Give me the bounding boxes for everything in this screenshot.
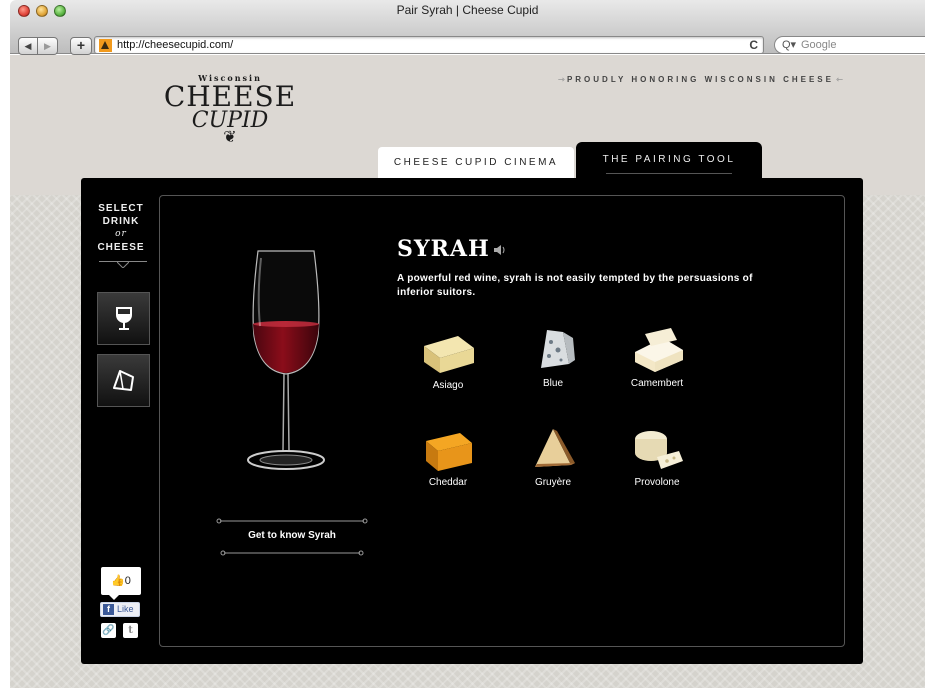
select-cheese-button[interactable] bbox=[97, 354, 150, 407]
tab-pairing-tool[interactable]: THE PAIRING TOOL bbox=[576, 142, 762, 180]
logo-main-text: CHEESE bbox=[163, 80, 297, 113]
url-text: http://cheesecupid.com/ bbox=[117, 39, 234, 51]
search-placeholder: Google bbox=[801, 39, 837, 51]
site-tagline: ⇾ PROUDLY HONORING WISCONSIN CHEESE ⇽ bbox=[558, 75, 843, 84]
like-label: Like bbox=[117, 604, 134, 614]
window-title: Pair Syrah | Cheese Cupid bbox=[396, 3, 539, 17]
select-heading-line: CHEESE bbox=[97, 242, 145, 253]
active-tab-indicator bbox=[606, 173, 732, 174]
select-heading: SELECT DRINK or CHEESE bbox=[95, 202, 147, 254]
tab-cheese-cupid-cinema[interactable]: CHEESE CUPID CINEMA bbox=[378, 147, 574, 180]
search-icon: Q▾ bbox=[782, 39, 797, 51]
select-heading-line: SELECT bbox=[98, 203, 144, 214]
browser-chrome: Pair Syrah | Cheese Cupid ◀ ▶ + http://c… bbox=[10, 0, 925, 55]
cheese-label: Blue bbox=[542, 378, 563, 389]
cheddar-icon bbox=[426, 433, 472, 471]
cheese-item-camembert[interactable]: Camembert bbox=[617, 326, 697, 389]
cheese-item-provolone[interactable]: Provolone bbox=[617, 425, 697, 488]
address-bar[interactable]: http://cheesecupid.com/ C bbox=[94, 36, 764, 54]
wine-glass-icon bbox=[115, 306, 132, 330]
asiago-icon bbox=[424, 336, 474, 373]
tagline-ornament-right-icon: ⇽ bbox=[833, 75, 843, 84]
history-nav: ◀ ▶ bbox=[18, 37, 58, 55]
like-count: 0 bbox=[124, 575, 131, 587]
cheese-label: Provolone bbox=[634, 477, 680, 488]
add-bookmark-button[interactable]: + bbox=[70, 37, 92, 55]
site-favicon-icon bbox=[99, 39, 112, 52]
twitter-icon[interactable]: t bbox=[123, 623, 138, 638]
chevron-down-icon bbox=[117, 262, 129, 268]
cheese-wedge-icon bbox=[112, 369, 134, 391]
cheese-label: Gruyère bbox=[534, 477, 572, 488]
tagline-text: PROUDLY HONORING WISCONSIN CHEESE bbox=[566, 75, 834, 84]
tagline-ornament-left-icon: ⇾ bbox=[558, 75, 567, 84]
provolone-icon bbox=[635, 431, 683, 469]
share-link-icon[interactable]: 🔗 bbox=[101, 623, 116, 638]
reload-icon[interactable]: C bbox=[749, 38, 758, 52]
cheese-item-gruyere[interactable]: Gruyère bbox=[513, 425, 593, 488]
get-to-know-label: Get to know Syrah bbox=[248, 530, 336, 541]
logo-flourish-icon: ❦ bbox=[223, 129, 237, 146]
forward-button[interactable]: ▶ bbox=[38, 37, 58, 55]
blue-cheese-icon bbox=[541, 330, 575, 368]
wine-glass-image bbox=[247, 250, 325, 470]
wine-name: SYRAH bbox=[397, 236, 490, 262]
gruyere-icon bbox=[535, 429, 575, 467]
logo-sub-text: CUPID bbox=[191, 108, 269, 133]
thumbs-up-icon: 👍 bbox=[111, 575, 125, 587]
speaker-icon[interactable] bbox=[493, 244, 507, 256]
cheese-label: Camembert bbox=[630, 378, 684, 389]
cheese-item-asiago[interactable]: Asiago bbox=[408, 328, 488, 391]
camembert-icon bbox=[635, 328, 683, 372]
facebook-like-button[interactable]: f Like bbox=[100, 602, 140, 617]
like-counter[interactable]: 👍0 bbox=[101, 567, 141, 600]
select-heading-or: or bbox=[115, 229, 127, 239]
cheese-item-cheddar[interactable]: Cheddar bbox=[408, 425, 488, 488]
facebook-icon: f bbox=[103, 604, 114, 615]
tab-label: THE PAIRING TOOL bbox=[602, 154, 736, 165]
select-drink-button[interactable] bbox=[97, 292, 150, 345]
select-heading-line: DRINK bbox=[102, 216, 140, 227]
search-input[interactable]: Q▾ Google bbox=[774, 36, 925, 54]
site-logo[interactable]: Wisconsin CHEESE CUPID ❦ bbox=[162, 73, 298, 146]
wine-description: A powerful red wine, syrah is not easily… bbox=[397, 273, 753, 298]
tab-label: CHEESE CUPID CINEMA bbox=[393, 157, 559, 168]
get-to-know-link[interactable]: Get to know Syrah bbox=[216, 518, 368, 556]
cheese-label: Asiago bbox=[432, 380, 464, 391]
ornament-rule bbox=[216, 518, 368, 524]
pairing-panel: SELECT DRINK or CHEESE 👍0 f Like 🔗 t Get… bbox=[81, 178, 863, 664]
page-body: Wisconsin CHEESE CUPID ❦ ⇾ PROUDLY HONOR… bbox=[10, 55, 925, 688]
cheese-item-blue[interactable]: Blue bbox=[513, 326, 593, 389]
cheese-label: Cheddar bbox=[428, 477, 468, 488]
back-button[interactable]: ◀ bbox=[18, 37, 38, 55]
ornament-rule bbox=[220, 550, 364, 556]
